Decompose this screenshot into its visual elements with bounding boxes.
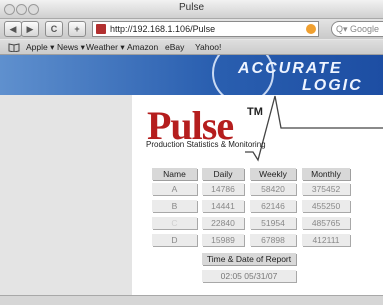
row-b-daily: 14441 [202,200,244,212]
address-bar[interactable]: http://192.168.1.106/Pulse [92,21,319,37]
browser-toolbar: ◀ ▶ C + http://192.168.1.106/Pulse Q▾ Go… [0,19,383,39]
row-c-weekly: 51954 [250,217,296,229]
report-time-value: 02:05 05/31/07 [202,270,296,282]
row-b-name: B [152,200,197,212]
back-button[interactable]: ◀ [4,21,22,37]
logo-text-accurate: ACCURATE [238,60,343,77]
row-a-monthly: 375452 [302,183,350,195]
rss-icon[interactable] [306,24,316,34]
row-c-name: C [152,217,197,229]
forward-button[interactable]: ▶ [21,21,39,37]
row-a-weekly: 58420 [250,183,296,195]
row-a-daily: 14786 [202,183,244,195]
column-header-monthly: Monthly [302,168,350,180]
bookmarks-bar: Apple ▾ News ▾ Weather ▾ Amazon eBay Yah… [0,40,383,55]
report-time-label: Time & Date of Report [202,253,296,265]
url-text: http://192.168.1.106/Pulse [110,24,216,34]
app-subtitle: Production Statistics & Monitoring [146,140,266,149]
row-b-monthly: 455250 [302,200,350,212]
bookmark-amazon[interactable]: Amazon [127,40,158,54]
row-a-name: A [152,183,197,195]
search-placeholder: Q▾ Google [336,24,380,34]
window-title-bar: Pulse [0,0,383,19]
reload-button[interactable]: C [45,21,63,37]
pulse-wave-icon [245,95,383,162]
row-d-daily: 15989 [202,234,244,246]
search-field[interactable]: Q▾ Google [331,21,383,37]
bookmark-yahoo[interactable]: Yahoo! [195,40,221,54]
bookmark-news[interactable]: News ▾ [57,40,85,54]
row-d-weekly: 67898 [250,234,296,246]
bookmark-weather[interactable]: Weather ▾ [86,40,125,54]
company-banner: ACCURATE LOGIC [0,55,383,95]
favicon-icon [96,24,106,34]
left-panel [0,95,132,295]
row-d-name: D [152,234,197,246]
row-c-monthly: 485765 [302,217,350,229]
column-header-daily: Daily [202,168,244,180]
row-b-weekly: 62146 [250,200,296,212]
bookmark-ebay[interactable]: eBay [165,40,184,54]
window-title: Pulse [178,2,204,13]
row-d-monthly: 412111 [302,234,350,246]
column-header-weekly: Weekly [250,168,296,180]
book-icon[interactable] [8,43,20,52]
bookmark-apple[interactable]: Apple ▾ [26,40,54,54]
row-c-daily: 22840 [202,217,244,229]
column-header-name: Name [152,168,197,180]
add-bookmark-button[interactable]: + [68,21,86,37]
